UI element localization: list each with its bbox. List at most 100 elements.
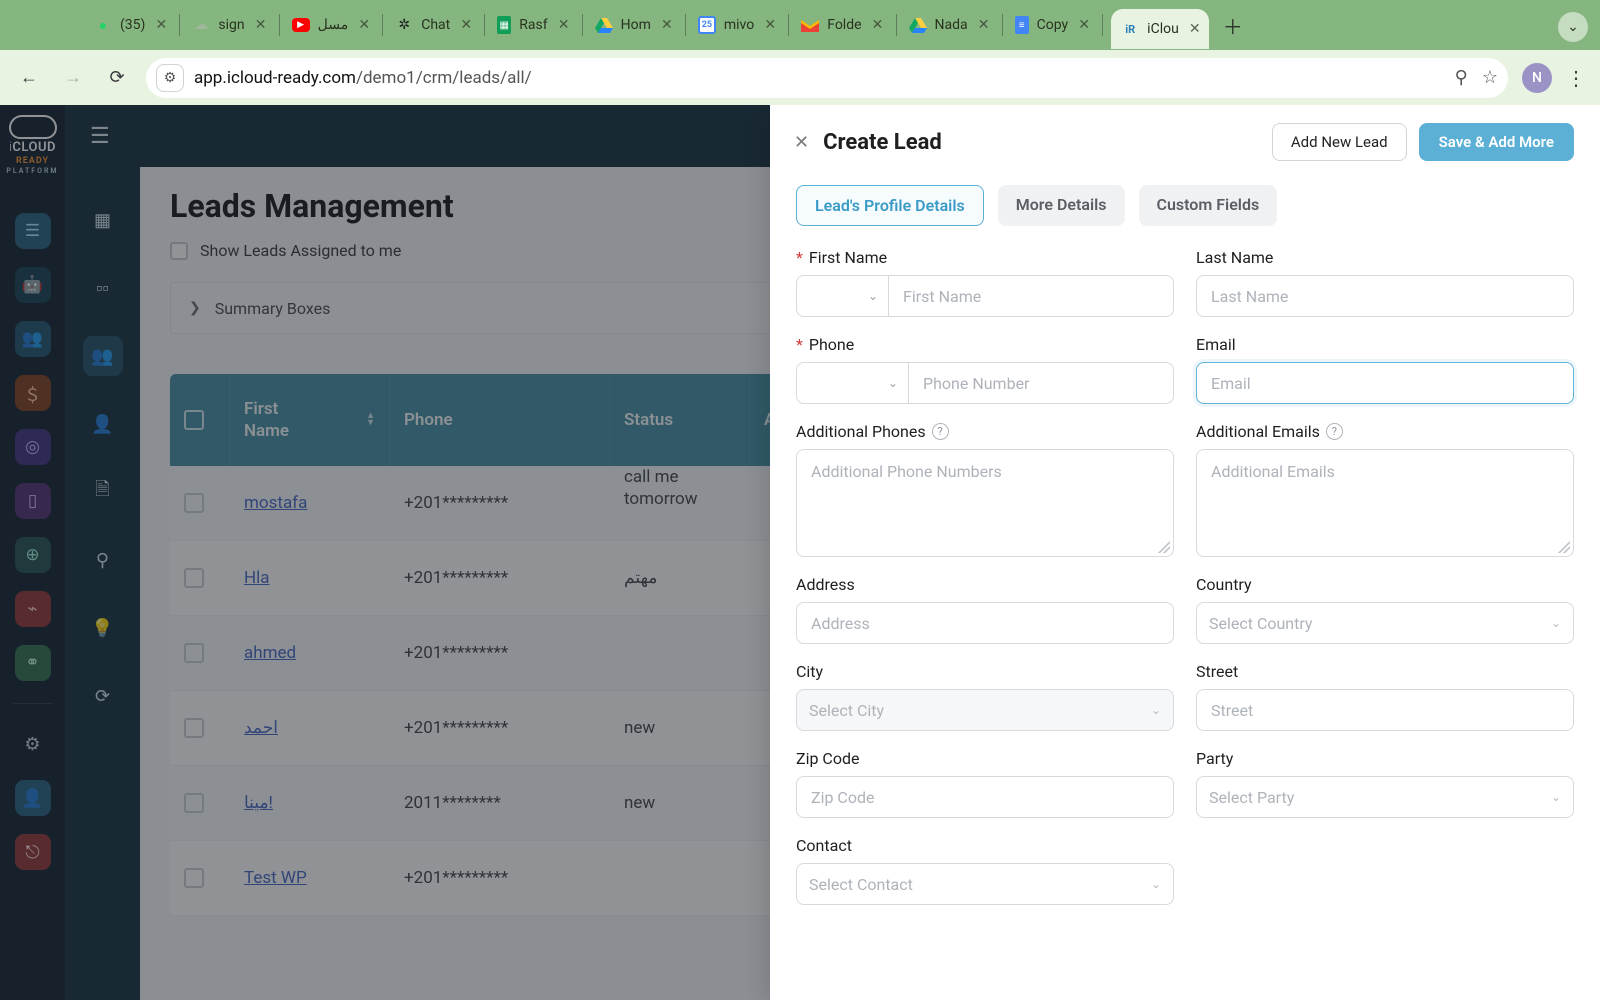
close-icon[interactable]: ✕ [794,132,809,153]
chrome-tab-sign[interactable]: ☁ sign ✕ [188,9,270,41]
phone-code-select[interactable]: ⌄ [796,362,908,404]
address-text[interactable] [809,613,1161,634]
side-item-apps[interactable]: ▫▫ [83,268,123,308]
rail-item-flow[interactable]: ⚭ [15,645,51,681]
side-item-dashboard[interactable]: ▦ [83,200,123,240]
close-icon[interactable]: ✕ [1187,21,1203,37]
save-and-add-more-button[interactable]: Save & Add More [1419,123,1574,161]
lead-name-link[interactable]: احمد [244,718,278,738]
country-select[interactable]: Select Country ⌄ [1196,602,1574,644]
close-icon[interactable]: ✕ [976,17,992,33]
back-button[interactable]: ← [14,63,44,93]
side-item-ideas[interactable]: 💡 [83,608,123,648]
rail-item-crm[interactable]: 🤖 [15,267,51,303]
close-icon[interactable]: ✕ [253,17,269,33]
chrome-tab-calendar[interactable]: 25 mivo ✕ [694,9,780,41]
sort-icon[interactable]: ▲▼ [366,413,375,427]
resize-handle[interactable] [1558,541,1570,553]
close-icon[interactable]: ✕ [556,17,572,33]
close-icon[interactable]: ✕ [762,17,778,33]
zip-input[interactable] [796,776,1174,818]
side-item-assign[interactable]: ⚲ [83,540,123,580]
rail-item-mobile[interactable]: ▯ [15,483,51,519]
close-icon[interactable]: ✕ [1076,17,1092,33]
zoom-icon[interactable]: ⚲ [1455,67,1468,88]
col-first-name[interactable]: First Name ▲▼ [230,374,390,466]
col-phone[interactable]: Phone [390,374,610,466]
tabs-overflow-button[interactable]: ⌄ [1558,12,1588,42]
close-icon[interactable]: ✕ [153,17,169,33]
row-checkbox[interactable] [184,568,204,588]
chrome-tab-docs[interactable]: ≡ Copy ✕ [1011,9,1095,41]
chrome-tab-chatgpt[interactable]: ✲ Chat ✕ [391,9,476,41]
col-status[interactable]: Status [610,374,750,466]
row-checkbox[interactable] [184,793,204,813]
site-info-icon[interactable]: ⚙ [156,64,184,92]
row-checkbox[interactable] [184,718,204,738]
last-name-text[interactable] [1209,286,1561,307]
row-checkbox[interactable] [184,643,204,663]
last-name-input[interactable] [1196,275,1574,317]
close-icon[interactable]: ✕ [870,17,886,33]
chrome-tab-sheets[interactable]: ▦ Rasf ✕ [493,9,573,41]
close-icon[interactable]: ✕ [356,17,372,33]
email-input[interactable] [1196,362,1574,404]
chrome-tab-gmail[interactable]: Folde ✕ [797,9,887,41]
rail-item-leads[interactable]: 👥 [15,321,51,357]
row-checkbox[interactable] [184,868,204,888]
forward-button[interactable]: → [58,63,88,93]
side-item-cycle[interactable]: ⟳ [83,676,123,716]
additional-emails-input[interactable] [1196,449,1574,557]
help-icon[interactable]: ? [1326,423,1343,440]
additional-phones-input[interactable] [796,449,1174,557]
additional-phones-text[interactable] [809,460,1161,546]
tab-more-details[interactable]: More Details [998,185,1125,226]
street-text[interactable] [1209,700,1561,721]
first-name-input[interactable] [888,275,1174,317]
bookmark-icon[interactable]: ☆ [1482,67,1498,88]
rail-item-profile[interactable]: 👤 [15,780,51,816]
select-all-checkbox[interactable] [184,410,204,430]
profile-avatar[interactable]: N [1522,63,1552,93]
contact-select[interactable]: Select Contact ⌄ [796,863,1174,905]
rail-item-globe[interactable]: ⊕ [15,537,51,573]
phone-text[interactable] [921,373,1161,394]
add-new-lead-button[interactable]: Add New Lead [1272,123,1407,161]
help-icon[interactable]: ? [932,423,949,440]
first-name-text[interactable] [901,286,1161,307]
row-checkbox[interactable] [184,493,204,513]
rail-item-search[interactable]: ◎ [15,429,51,465]
close-icon[interactable]: ✕ [659,17,675,33]
chrome-tab-drive-home[interactable]: Hom ✕ [591,9,677,41]
chrome-tab-icloudready[interactable]: iR iClou ✕ [1111,9,1209,49]
lead-name-link[interactable]: مينا! [244,793,273,813]
lead-name-link[interactable]: mostafa [244,493,307,513]
tab-custom-fields[interactable]: Custom Fields [1139,185,1278,226]
rail-item-home[interactable]: ☰ [15,213,51,249]
street-input[interactable] [1196,689,1574,731]
address-input[interactable] [796,602,1174,644]
tab-profile-details[interactable]: Lead's Profile Details [796,185,984,226]
chrome-tab-youtube[interactable]: ▶ مسل ✕ [288,9,375,41]
zip-text[interactable] [809,787,1161,808]
side-item-tasks[interactable]: 🗎 [83,472,123,512]
rail-item-campaign[interactable]: ⌁ [15,591,51,627]
lead-name-link[interactable]: ahmed [244,643,296,663]
close-icon[interactable]: ✕ [458,17,474,33]
address-bar[interactable]: ⚙ app.icloud-ready.com/demo1/crm/leads/a… [146,58,1508,98]
city-select[interactable]: Select City ⌄ [796,689,1174,731]
salutation-select[interactable]: ⌄ [796,275,888,317]
hamburger-icon[interactable]: ☰ [90,124,110,149]
rail-item-sales[interactable]: ＄ [15,375,51,411]
email-text[interactable] [1209,373,1561,394]
lead-name-link[interactable]: Hla [244,568,270,588]
party-select[interactable]: Select Party ⌄ [1196,776,1574,818]
lead-name-link[interactable]: Test WP [244,868,307,888]
chrome-tab-drive-nada[interactable]: Nada ✕ [905,9,994,41]
side-item-contacts[interactable]: 👥 [83,336,123,376]
checkbox-icon[interactable] [170,242,188,260]
new-tab-button[interactable]: ＋ [1217,9,1249,41]
resize-handle[interactable] [1158,541,1170,553]
side-item-person[interactable]: 👤 [83,404,123,444]
reload-button[interactable]: ⟳ [102,63,132,93]
